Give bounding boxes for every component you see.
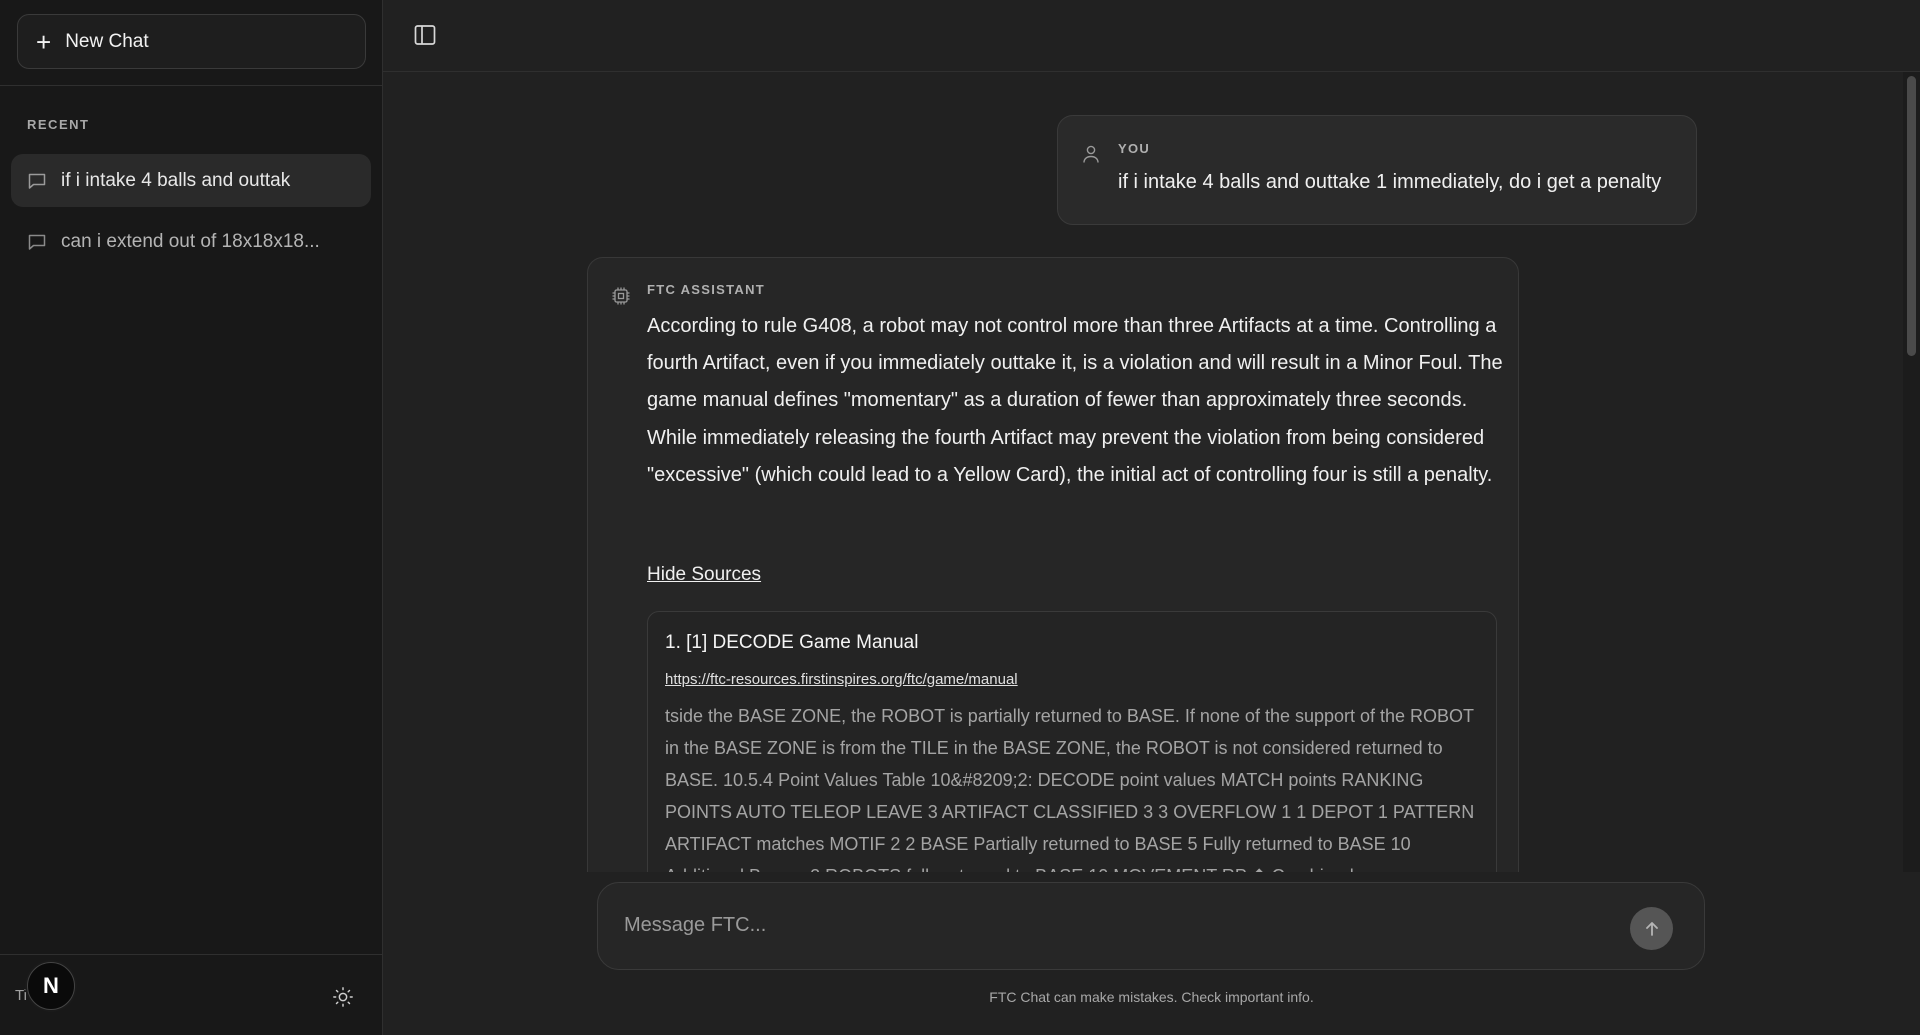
source-url-link[interactable]: https://ftc-resources.firstinspires.org/… (665, 671, 1018, 688)
sidebar: + New Chat RECENT if i intake 4 balls an… (0, 0, 383, 1035)
sidebar-header: + New Chat (0, 0, 382, 86)
recent-section-label: RECENT (27, 117, 90, 132)
chat-history-list: if i intake 4 balls and outtak can i ext… (0, 154, 382, 268)
assistant-role-label: FTC ASSISTANT (647, 282, 766, 297)
chat-history-item-label: can i extend out of 18x18x18... (61, 230, 320, 252)
theme-toggle-button[interactable] (328, 982, 358, 1012)
new-chat-button[interactable]: + New Chat (17, 14, 366, 69)
cpu-chip-icon (612, 287, 630, 305)
assistant-message-text: According to rule G408, a robot may not … (647, 315, 1503, 486)
source-excerpt: tside the BASE ZONE, the ROBOT is partia… (665, 706, 1475, 872)
send-button[interactable] (1630, 907, 1673, 950)
sidebar-footer-text: Ti (15, 987, 27, 1004)
plus-icon: + (36, 26, 52, 57)
chat-history-item-label: if i intake 4 balls and outtak (61, 169, 291, 191)
new-chat-label: New Chat (65, 30, 149, 52)
chat-bubble-icon (28, 234, 46, 250)
scrollbar[interactable] (1903, 72, 1920, 872)
user-message: YOU if i intake 4 balls and outtake 1 im… (1057, 115, 1697, 225)
chat-history-item[interactable]: if i intake 4 balls and outtak (11, 154, 371, 207)
assistant-message: FTC ASSISTANT According to rule G408, a … (587, 257, 1519, 872)
disclaimer-text: FTC Chat can make mistakes. Check import… (989, 989, 1314, 1005)
user-message-text: if i intake 4 balls and outtake 1 immedi… (1118, 171, 1662, 193)
sidebar-panel-icon (414, 25, 436, 45)
message-composer (597, 882, 1705, 970)
arrow-up-icon (1645, 921, 1658, 936)
source-title: 1. [1] DECODE Game Manual (665, 632, 919, 653)
scrollbar-thumb[interactable] (1907, 76, 1916, 356)
source-card: 1. [1] DECODE Game Manual https://ftc-re… (647, 611, 1497, 872)
sidebar-footer: Ti N (0, 954, 383, 1035)
sun-icon (333, 987, 353, 1007)
user-role-label: YOU (1118, 141, 1151, 156)
conversation-scroll-area[interactable]: YOU if i intake 4 balls and outtake 1 im… (383, 72, 1903, 872)
chat-history-item[interactable]: can i extend out of 18x18x18... (11, 215, 371, 268)
n-logo-badge[interactable]: N (27, 962, 75, 1010)
chat-bubble-icon (28, 173, 46, 189)
toggle-sidebar-button[interactable] (410, 20, 440, 50)
top-bar (383, 0, 1920, 72)
hide-sources-link[interactable]: Hide Sources (647, 564, 761, 586)
main-panel: YOU if i intake 4 balls and outtake 1 im… (383, 0, 1920, 1035)
message-input[interactable] (624, 905, 1604, 945)
user-icon (1083, 145, 1099, 163)
app: + New Chat RECENT if i intake 4 balls an… (0, 0, 1920, 1035)
